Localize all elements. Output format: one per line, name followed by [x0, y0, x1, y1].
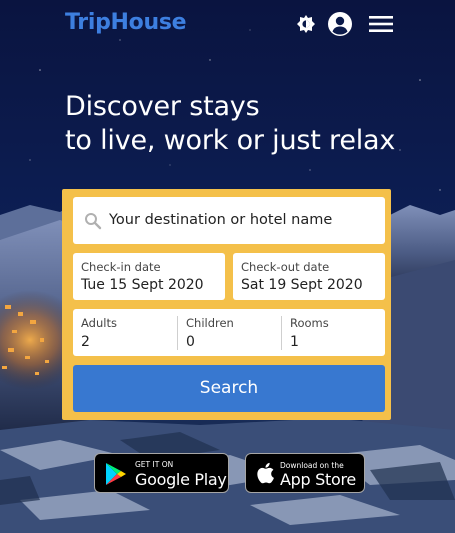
checkin-label: Check-in date: [81, 260, 161, 274]
search-panel: Your destination or hotel name Check-in …: [62, 189, 391, 420]
app-store-big-text: App Store: [280, 470, 356, 489]
app-store-badge[interactable]: Download on the App Store: [245, 453, 365, 493]
apple-icon: [255, 461, 275, 490]
checkout-value: Sat 19 Sept 2020: [241, 277, 363, 293]
destination-input[interactable]: Your destination or hotel name: [73, 197, 385, 244]
adults-label: Adults: [81, 316, 117, 330]
checkin-date-field[interactable]: Check-in date Tue 15 Sept 2020: [73, 253, 225, 300]
rooms-label: Rooms: [290, 316, 329, 330]
children-value: 0: [186, 334, 195, 350]
rooms-value: 1: [290, 334, 299, 350]
hamburger-menu-icon[interactable]: [368, 12, 393, 36]
app-store-small-text: Download on the: [280, 461, 344, 470]
hero-headline: Discover stays to live, work or just rel…: [65, 90, 445, 158]
children-selector[interactable]: Children 0: [177, 316, 281, 350]
search-icon: [84, 212, 102, 230]
account-icon[interactable]: [328, 12, 352, 36]
checkout-date-field[interactable]: Check-out date Sat 19 Sept 2020: [233, 253, 385, 300]
google-play-big-text: Google Play: [135, 470, 227, 489]
destination-placeholder: Your destination or hotel name: [109, 212, 333, 228]
adults-selector[interactable]: Adults 2: [73, 309, 177, 356]
checkout-label: Check-out date: [241, 260, 330, 274]
google-play-small-text: GET IT ON: [135, 460, 174, 469]
google-play-icon: [103, 461, 129, 492]
rooms-selector[interactable]: Rooms 1: [281, 316, 385, 350]
children-label: Children: [186, 316, 234, 330]
hero-line-1: Discover stays: [65, 91, 260, 122]
google-play-badge[interactable]: GET IT ON Google Play: [94, 453, 229, 493]
adults-value: 2: [81, 334, 90, 350]
top-navbar: TripHouse: [0, 0, 455, 48]
guests-field: Adults 2 Children 0 Rooms 1: [73, 309, 385, 356]
theme-toggle-icon[interactable]: [296, 14, 316, 34]
brand-logo[interactable]: TripHouse: [65, 10, 187, 35]
search-button[interactable]: Search: [73, 365, 385, 412]
hero-line-2: to live, work or just relax: [65, 125, 396, 156]
checkin-value: Tue 15 Sept 2020: [81, 277, 204, 293]
